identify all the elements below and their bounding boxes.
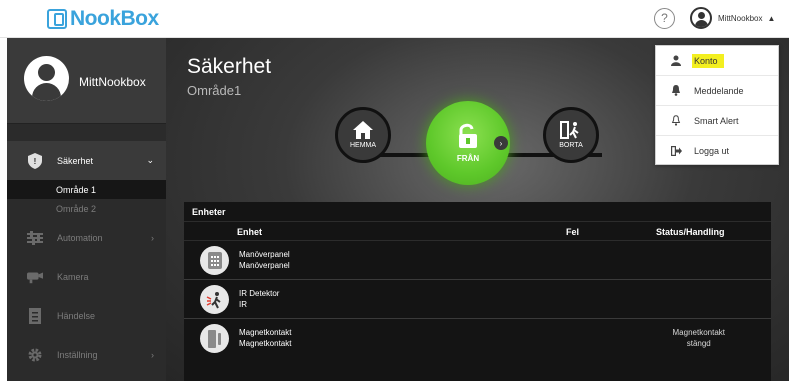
sidebar-subitem-area-1[interactable]: Område 1 (7, 180, 166, 199)
nookbox-logo-icon (47, 9, 67, 29)
caret-up-icon: ▲ (767, 13, 776, 23)
menu-item-logout[interactable]: Logga ut (656, 136, 778, 166)
menu-item-label: Smart Alert (694, 115, 739, 126)
sidebar-item-automation[interactable]: Automation › (7, 218, 166, 257)
column-device: Enhet (237, 227, 263, 237)
logout-icon (670, 146, 682, 156)
device-name: Magnetkontakt Magnetkontakt (239, 328, 292, 348)
table-row[interactable]: Magnetkontakt Magnetkontakt Magnetkontak… (184, 319, 771, 358)
mode-label: HEMMA (349, 142, 377, 149)
bell-outline-icon (670, 115, 682, 126)
list-icon (27, 307, 43, 324)
chevron-right-icon: › (151, 349, 154, 360)
user-name: MittNookbox (718, 13, 763, 23)
sidebar-item-label: Säkerhet (57, 155, 94, 166)
menu-item-label: Konto (692, 53, 724, 68)
sidebar-item-label: Inställning (57, 349, 98, 360)
page-title: Säkerhet (187, 55, 272, 78)
devices-panel: Enheter Enhet Fel Status/Handling Manöve… (184, 202, 771, 381)
area-name: Område1 (187, 83, 242, 98)
svg-text:!: ! (34, 157, 37, 166)
sidebar-item-label: Händelse (57, 310, 96, 321)
sidebar-item-settings[interactable]: Inställning › (7, 335, 166, 374)
profile-panel: MittNookbox (7, 38, 166, 124)
devices-column-header: Enhet Fel Status/Handling (184, 222, 771, 241)
chevron-right-icon: › (151, 232, 154, 243)
column-error: Fel (566, 227, 580, 237)
menu-item-smart-alert[interactable]: Smart Alert (656, 106, 778, 136)
keypad-icon (200, 246, 229, 275)
menu-item-account[interactable]: Konto (656, 46, 778, 76)
table-row[interactable]: IR Detektor IR (184, 280, 771, 319)
device-name: Manöverpanel Manöverpanel (239, 250, 290, 270)
unlocked-padlock-icon (459, 123, 477, 148)
sliders-icon (27, 230, 43, 246)
top-bar: NookBox ? MittNookbox ▲ (0, 0, 789, 38)
camera-icon (27, 269, 43, 285)
sidebar-item-camera[interactable]: Kamera (7, 257, 166, 296)
motion-detector-icon (200, 285, 229, 314)
mode-home-button[interactable]: HEMMA (335, 107, 391, 163)
user-dropdown-menu: Konto Meddelande Smart Alert Logga ut (655, 45, 779, 165)
exit-door-icon (560, 121, 579, 139)
profile-name: MittNookbox (79, 75, 146, 89)
sidebar-item-events[interactable]: Händelse (7, 296, 166, 335)
device-name: IR Detektor IR (239, 289, 280, 309)
logo-text: NookBox (70, 7, 159, 30)
mode-label: FRÅN (456, 154, 480, 163)
house-icon (353, 121, 373, 139)
mode-away-button[interactable]: BORTA (543, 107, 599, 163)
user-icon (690, 7, 712, 29)
sidebar-item-label: Automation (57, 232, 103, 243)
bell-icon (670, 85, 682, 96)
user-icon (670, 55, 682, 66)
user-menu-button[interactable]: MittNookbox ▲ (690, 7, 775, 29)
menu-item-label: Meddelande (694, 85, 744, 96)
nookbox-logo[interactable]: NookBox (47, 7, 159, 31)
sidebar-subitem-area-2[interactable]: Område 2 (7, 199, 166, 218)
shield-icon: ! (27, 152, 43, 169)
sidebar: MittNookbox ! Säkerhet ⌄ Område 1 Område… (7, 38, 166, 381)
avatar (24, 56, 69, 101)
table-row[interactable]: Manöverpanel Manöverpanel (184, 241, 771, 280)
sidebar-item-security[interactable]: ! Säkerhet ⌄ (7, 141, 166, 180)
sidebar-item-label: Kamera (57, 271, 89, 282)
gear-icon (27, 347, 43, 363)
door-contact-icon (200, 324, 229, 353)
chevron-down-icon: ⌄ (146, 155, 154, 165)
help-button[interactable]: ? (654, 8, 675, 29)
column-status: Status/Handling (656, 227, 725, 237)
chevron-right-icon[interactable]: › (494, 136, 508, 150)
menu-item-messages[interactable]: Meddelande (656, 76, 778, 106)
device-status: Magnetkontakt stängd (672, 328, 725, 348)
devices-header: Enheter (184, 202, 771, 222)
mode-label: BORTA (559, 142, 583, 149)
menu-item-label: Logga ut (694, 146, 730, 156)
